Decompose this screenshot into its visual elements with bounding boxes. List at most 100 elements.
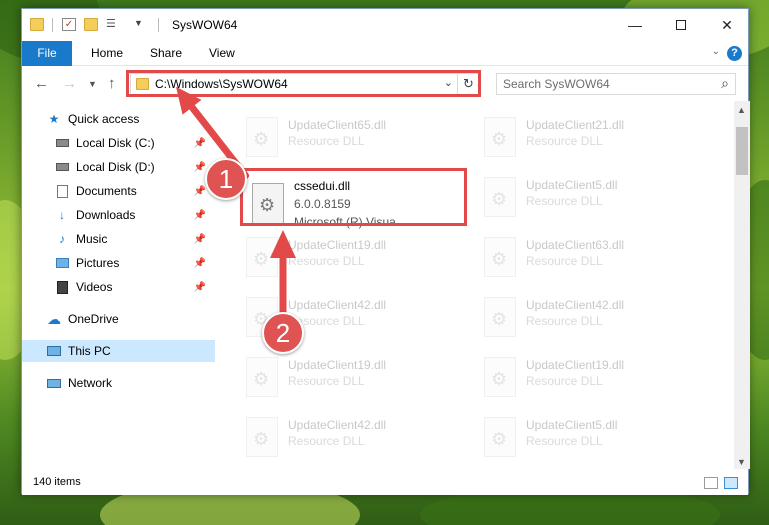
sidebar-item-label: Downloads bbox=[76, 208, 136, 222]
documents-icon bbox=[54, 184, 70, 198]
search-input[interactable]: Search SysWOW64 ⌕ bbox=[496, 73, 736, 95]
file-description: Resource DLL bbox=[526, 194, 603, 208]
sidebar-item-label: Pictures bbox=[76, 256, 120, 270]
dll-file-icon bbox=[484, 117, 516, 157]
up-button[interactable]: ↑ bbox=[108, 75, 116, 92]
dll-file-icon bbox=[484, 177, 516, 217]
drive-icon bbox=[54, 160, 70, 174]
chevron-down-icon[interactable]: ▼ bbox=[134, 18, 143, 28]
file-name: UpdateClient5.dll bbox=[526, 418, 618, 432]
details-view-button[interactable] bbox=[704, 477, 718, 489]
sidebar-item-label: Music bbox=[76, 232, 108, 246]
new-folder-icon[interactable] bbox=[84, 18, 98, 31]
pin-icon: 📌 bbox=[193, 233, 206, 245]
tab-view[interactable]: View bbox=[209, 41, 235, 66]
back-button[interactable]: ← bbox=[34, 75, 49, 92]
dll-file-icon bbox=[484, 237, 516, 277]
ribbon: File Home Share View ⌄ ? bbox=[22, 41, 748, 66]
step-badge-2: 2 bbox=[262, 312, 304, 354]
network-icon bbox=[46, 376, 62, 390]
sidebar-item-label: Local Disk (C:) bbox=[76, 136, 155, 150]
scroll-down-icon[interactable]: ▼ bbox=[737, 457, 746, 467]
tab-home[interactable]: Home bbox=[91, 41, 123, 66]
sidebar-item-videos[interactable]: Videos 📌 bbox=[54, 276, 206, 298]
sidebar-item-label: Quick access bbox=[68, 112, 140, 126]
pin-icon: 📌 bbox=[193, 161, 206, 173]
sidebar-item-network[interactable]: Network bbox=[46, 372, 206, 394]
pin-icon: 📌 bbox=[193, 257, 206, 269]
dll-file-icon bbox=[484, 357, 516, 397]
sidebar-item-label: Documents bbox=[76, 184, 137, 198]
minimize-button[interactable]: — bbox=[612, 9, 658, 41]
pin-icon: 📌 bbox=[193, 185, 206, 197]
status-bar: 140 items bbox=[22, 471, 748, 495]
tab-share[interactable]: Share bbox=[150, 41, 182, 66]
large-icons-view-button[interactable] bbox=[724, 477, 738, 489]
list-item[interactable]: UpdateClient42.dll Resource DLL bbox=[454, 291, 684, 347]
maximize-button[interactable] bbox=[658, 9, 704, 41]
music-icon: ♪ bbox=[59, 232, 65, 246]
list-item[interactable]: UpdateClient19.dll Resource DLL bbox=[216, 351, 446, 407]
dll-file-icon bbox=[246, 357, 278, 397]
search-placeholder: Search SysWOW64 bbox=[503, 77, 610, 91]
file-description: Resource DLL bbox=[526, 314, 603, 328]
step-badge-1: 1 bbox=[205, 158, 247, 200]
arrow-head-icon bbox=[270, 230, 296, 258]
navigation-pane: ★ Quick access Local Disk (C:) 📌 Local D… bbox=[22, 101, 215, 469]
file-description: Resource DLL bbox=[288, 374, 365, 388]
forward-button[interactable]: → bbox=[62, 75, 77, 92]
tab-file[interactable]: File bbox=[22, 41, 72, 66]
pictures-icon bbox=[54, 256, 70, 270]
file-name: UpdateClient19.dll bbox=[526, 358, 625, 372]
list-item[interactable]: UpdateClient63.dll Resource DLL bbox=[454, 231, 684, 287]
sidebar-item-this-pc[interactable]: This PC bbox=[22, 340, 215, 362]
list-item[interactable]: UpdateClient42.dll Resource DLL bbox=[216, 291, 446, 347]
list-item[interactable]: UpdateClient65.dll Resource DLL bbox=[216, 111, 446, 167]
close-button[interactable]: ✕ bbox=[704, 9, 750, 41]
item-count: 140 items bbox=[33, 476, 81, 488]
vertical-scrollbar[interactable]: ▲ ▼ bbox=[734, 101, 750, 469]
search-icon: ⌕ bbox=[721, 75, 729, 91]
recent-locations-button[interactable]: ▼ bbox=[88, 79, 97, 89]
dll-file-icon bbox=[484, 297, 516, 337]
drive-icon bbox=[54, 136, 70, 150]
sidebar-item-pictures[interactable]: Pictures 📌 bbox=[54, 252, 206, 274]
file-name: UpdateClient63.dll bbox=[526, 238, 625, 252]
list-item[interactable]: UpdateClient19.dll Resource DLL bbox=[454, 351, 684, 407]
list-item[interactable]: UpdateClient42.dll Resource DLL bbox=[216, 411, 446, 467]
download-icon: ↓ bbox=[59, 208, 65, 222]
computer-icon bbox=[46, 344, 62, 358]
sidebar-item-downloads[interactable]: ↓ Downloads 📌 bbox=[54, 204, 206, 226]
scroll-thumb[interactable] bbox=[736, 127, 748, 175]
pin-icon: 📌 bbox=[193, 137, 206, 149]
list-item[interactable]: UpdateClient5.dll Resource DLL bbox=[454, 411, 684, 467]
file-description: Resource DLL bbox=[526, 374, 603, 388]
minimize-icon: — bbox=[628, 17, 642, 33]
dll-file-icon bbox=[484, 417, 516, 457]
sidebar-item-label: Local Disk (D:) bbox=[76, 160, 155, 174]
maximize-icon bbox=[676, 20, 686, 30]
customize-icon[interactable]: ☰ bbox=[106, 18, 120, 31]
sidebar-item-music[interactable]: ♪ Music 📌 bbox=[54, 228, 206, 250]
sidebar-item-documents[interactable]: Documents 📌 bbox=[54, 180, 206, 202]
help-button[interactable]: ? bbox=[727, 46, 742, 61]
title-bar: ✓ ☰ ▼ SysWOW64 — ✕ bbox=[22, 9, 748, 41]
expand-ribbon-icon[interactable]: ⌄ bbox=[712, 46, 720, 57]
properties-icon[interactable]: ✓ bbox=[62, 18, 76, 31]
scroll-up-icon[interactable]: ▲ bbox=[737, 105, 746, 115]
folder-icon bbox=[30, 18, 44, 31]
sidebar-item-onedrive[interactable]: ☁ OneDrive bbox=[46, 308, 206, 330]
window-title: SysWOW64 bbox=[172, 18, 238, 32]
file-list: UpdateClient65.dll Resource DLL UpdateCl… bbox=[216, 101, 734, 469]
list-item[interactable]: UpdateClient21.dll Resource DLL bbox=[454, 111, 684, 167]
list-item[interactable]: UpdateClient19.dll Resource DLL bbox=[216, 231, 446, 287]
toolbar-separator bbox=[158, 18, 159, 32]
sidebar-item-local-disk-c[interactable]: Local Disk (C:) 📌 bbox=[54, 132, 206, 154]
close-icon: ✕ bbox=[721, 16, 733, 33]
sidebar-item-label: This PC bbox=[68, 344, 111, 358]
pin-icon: 📌 bbox=[193, 209, 206, 221]
file-name: UpdateClient42.dll bbox=[288, 298, 387, 312]
list-item[interactable]: UpdateClient5.dll Resource DLL bbox=[454, 171, 684, 227]
sidebar-item-local-disk-d[interactable]: Local Disk (D:) 📌 bbox=[54, 156, 206, 178]
file-name: UpdateClient5.dll bbox=[526, 178, 618, 192]
